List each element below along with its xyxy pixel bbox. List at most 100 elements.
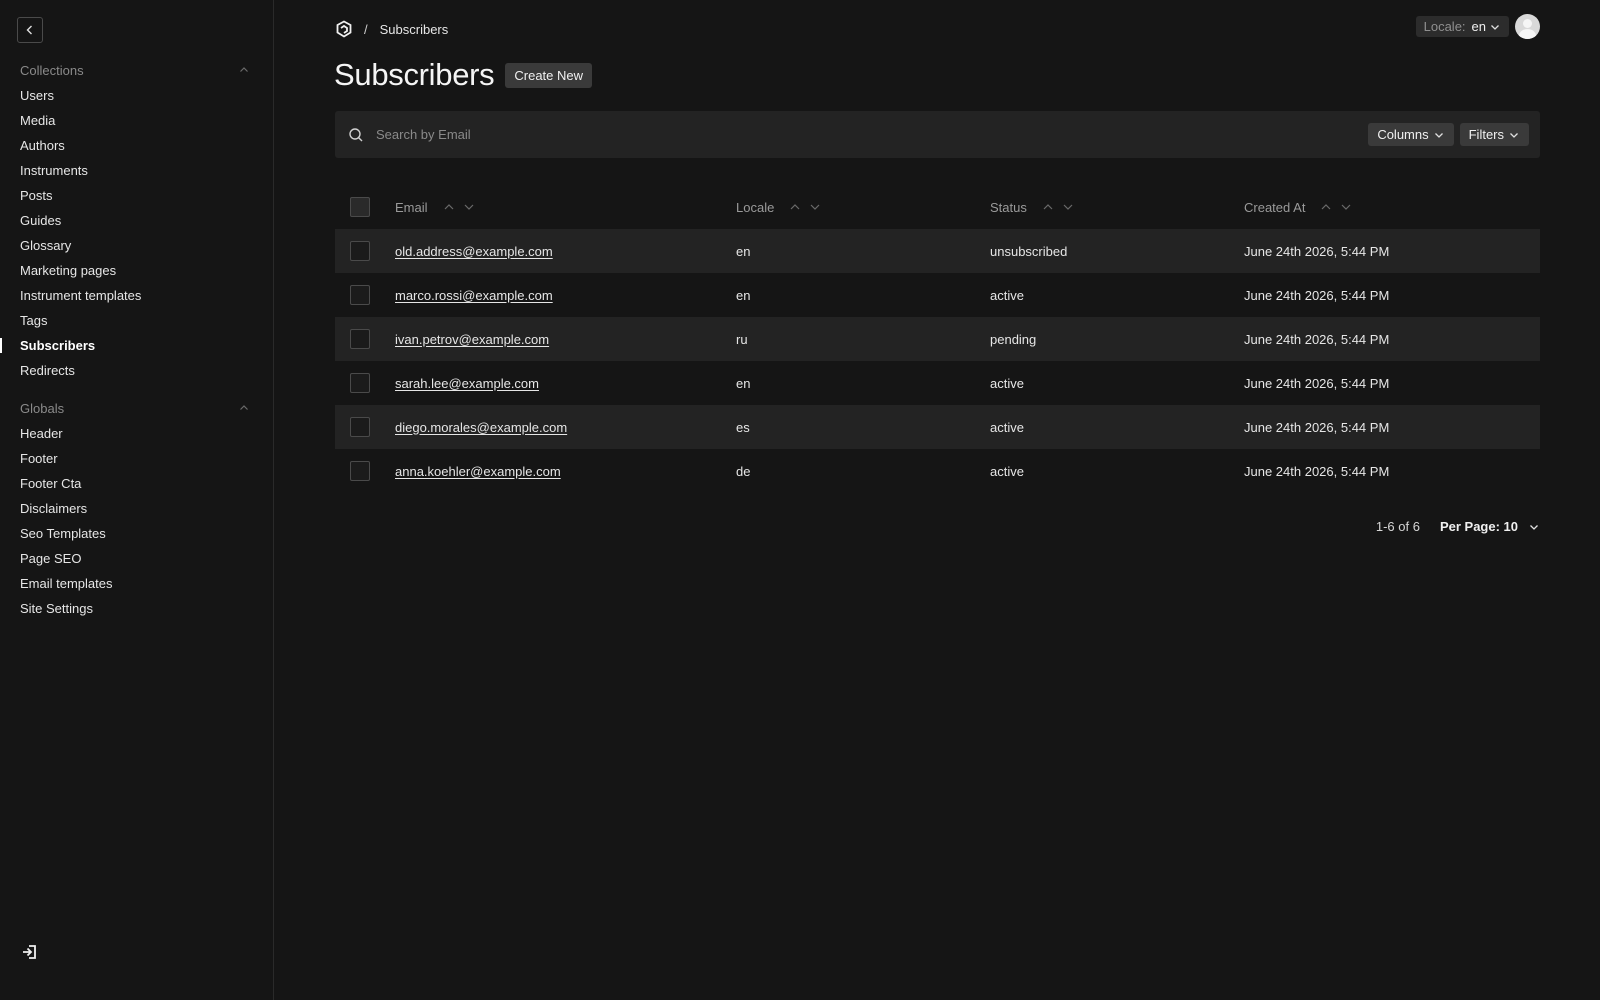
column-header-created-at-label: Created At xyxy=(1244,199,1306,215)
created-at-cell: June 24th 2026, 5:44 PM xyxy=(1244,463,1390,479)
email-link[interactable]: old.address@example.com xyxy=(395,244,553,259)
sort-ascending-icon[interactable] xyxy=(788,200,802,214)
row-checkbox[interactable] xyxy=(350,241,370,261)
sort-descending-icon[interactable] xyxy=(1339,200,1353,214)
create-new-button[interactable]: Create New xyxy=(505,62,593,88)
table-row: old.address@example.com en unsubscribed Jun… xyxy=(335,229,1540,273)
per-page-label: Per Page: 10 xyxy=(1439,519,1518,534)
chevron-down-icon xyxy=(1530,524,1538,530)
sort-descending-icon[interactable] xyxy=(462,200,476,214)
email-cell: marco.rossi@example.com xyxy=(395,288,736,303)
sort-controls xyxy=(1319,200,1353,214)
globals-group-header[interactable]: Globals xyxy=(0,395,273,421)
sidebar-item-email-templates[interactable]: Email templates xyxy=(0,571,273,596)
created-at-cell: June 24th 2026, 5:44 PM xyxy=(1244,287,1390,303)
pagination: 1-6 of 6 Per Page: 10 xyxy=(1376,519,1540,534)
header-select-cell xyxy=(335,197,395,217)
row-checkbox[interactable] xyxy=(350,285,370,305)
email-link[interactable]: anna.koehler@example.com xyxy=(395,464,561,479)
column-header-locale: Locale xyxy=(736,200,990,215)
column-header-created-at: Created At xyxy=(1244,200,1540,215)
sidebar-collapse-button[interactable] xyxy=(17,17,43,43)
created-at-cell: June 24th 2026, 5:44 PM xyxy=(1244,331,1390,347)
locale-value: en xyxy=(1471,19,1486,34)
sidebar-item-glossary[interactable]: Glossary xyxy=(0,233,273,258)
collections-group: Collections Users Media Authors Instruments… xyxy=(0,57,273,383)
locale-selector[interactable]: Locale: en xyxy=(1415,16,1509,37)
locale-cell: ru xyxy=(736,331,748,347)
chevron-down-icon xyxy=(1510,132,1518,138)
sort-descending-icon[interactable] xyxy=(808,200,822,214)
email-cell: sarah.lee@example.com xyxy=(395,376,736,391)
sidebar-item-redirects[interactable]: Redirects xyxy=(0,358,273,383)
logout-button[interactable] xyxy=(20,942,40,962)
breadcrumb-separator: / xyxy=(364,21,368,37)
top-bar: / Subscribers Locale: en xyxy=(335,14,1540,40)
avatar[interactable] xyxy=(1515,14,1540,39)
filters-button-label: Filters xyxy=(1468,127,1504,142)
row-checkbox[interactable] xyxy=(350,417,370,437)
sidebar-item-posts[interactable]: Posts xyxy=(0,183,273,208)
email-link[interactable]: diego.morales@example.com xyxy=(395,420,567,435)
main-content: / Subscribers Locale: en Subscribers Cre… xyxy=(274,0,1600,1000)
sidebar-item-header[interactable]: Header xyxy=(0,421,273,446)
sidebar-item-authors[interactable]: Authors xyxy=(0,133,273,158)
sort-ascending-icon[interactable] xyxy=(442,200,456,214)
created-at-cell: June 24th 2026, 5:44 PM xyxy=(1244,375,1390,391)
table-header: Email Locale Status Created At xyxy=(335,185,1540,229)
sidebar-item-footer[interactable]: Footer xyxy=(0,446,273,471)
top-right-controls: Locale: en xyxy=(1415,14,1540,39)
logout-icon xyxy=(23,945,36,959)
sidebar-item-subscribers[interactable]: Subscribers xyxy=(0,333,273,358)
table-row: ivan.petrov@example.com ru pending June 24t… xyxy=(335,317,1540,361)
sidebar-item-page-seo[interactable]: Page SEO xyxy=(0,546,273,571)
locale-cell: en xyxy=(736,375,751,391)
chevron-up-icon xyxy=(240,405,248,410)
sidebar-item-disclaimers[interactable]: Disclaimers xyxy=(0,496,273,521)
collections-group-header[interactable]: Collections xyxy=(0,57,273,83)
email-cell: old.address@example.com xyxy=(395,244,736,259)
email-link[interactable]: ivan.petrov@example.com xyxy=(395,332,549,347)
email-cell: diego.morales@example.com xyxy=(395,420,736,435)
row-checkbox[interactable] xyxy=(350,373,370,393)
chevron-down-icon xyxy=(1434,132,1443,138)
sidebar-item-users[interactable]: Users xyxy=(0,83,273,108)
locale-cell: de xyxy=(736,463,751,479)
email-link[interactable]: sarah.lee@example.com xyxy=(395,376,539,391)
created-at-cell: June 24th 2026, 5:44 PM xyxy=(1244,243,1390,259)
columns-button[interactable]: Columns xyxy=(1368,123,1454,146)
sort-controls xyxy=(1041,200,1075,214)
sort-ascending-icon[interactable] xyxy=(1041,200,1055,214)
sidebar-item-seo-templates[interactable]: Seo Templates xyxy=(0,521,273,546)
status-cell: active xyxy=(990,287,1024,303)
logo-icon[interactable] xyxy=(335,20,353,38)
column-header-locale-label: Locale xyxy=(736,199,775,215)
row-select-cell xyxy=(335,285,395,305)
status-cell: unsubscribed xyxy=(990,243,1068,259)
sidebar-item-instruments[interactable]: Instruments xyxy=(0,158,273,183)
search-input[interactable] xyxy=(376,127,1363,142)
sidebar-item-site-settings[interactable]: Site Settings xyxy=(0,596,273,621)
email-cell: anna.koehler@example.com xyxy=(395,464,736,479)
locale-cell: en xyxy=(736,287,751,303)
columns-button-label: Columns xyxy=(1377,127,1429,142)
locale-cell: es xyxy=(736,419,750,435)
row-checkbox[interactable] xyxy=(350,329,370,349)
row-checkbox[interactable] xyxy=(350,461,370,481)
sidebar: Collections Users Media Authors Instruments… xyxy=(0,0,274,1000)
sidebar-item-marketing-pages[interactable]: Marketing pages xyxy=(0,258,273,283)
row-select-cell xyxy=(335,461,395,481)
email-link[interactable]: marco.rossi@example.com xyxy=(395,288,553,303)
sort-ascending-icon[interactable] xyxy=(1319,200,1333,214)
locale-label: Locale: xyxy=(1423,19,1466,34)
sort-descending-icon[interactable] xyxy=(1061,200,1075,214)
per-page-selector[interactable]: Per Page: 10 xyxy=(1440,519,1540,534)
sidebar-item-instrument-templates[interactable]: Instrument templates xyxy=(0,283,273,308)
sidebar-item-footer-cta[interactable]: Footer Cta xyxy=(0,471,273,496)
filters-button[interactable]: Filters xyxy=(1459,123,1529,146)
page-title: Subscribers xyxy=(334,57,495,92)
sidebar-item-tags[interactable]: Tags xyxy=(0,308,273,333)
select-all-checkbox[interactable] xyxy=(350,197,370,217)
sidebar-item-media[interactable]: Media xyxy=(0,108,273,133)
sidebar-item-guides[interactable]: Guides xyxy=(0,208,273,233)
